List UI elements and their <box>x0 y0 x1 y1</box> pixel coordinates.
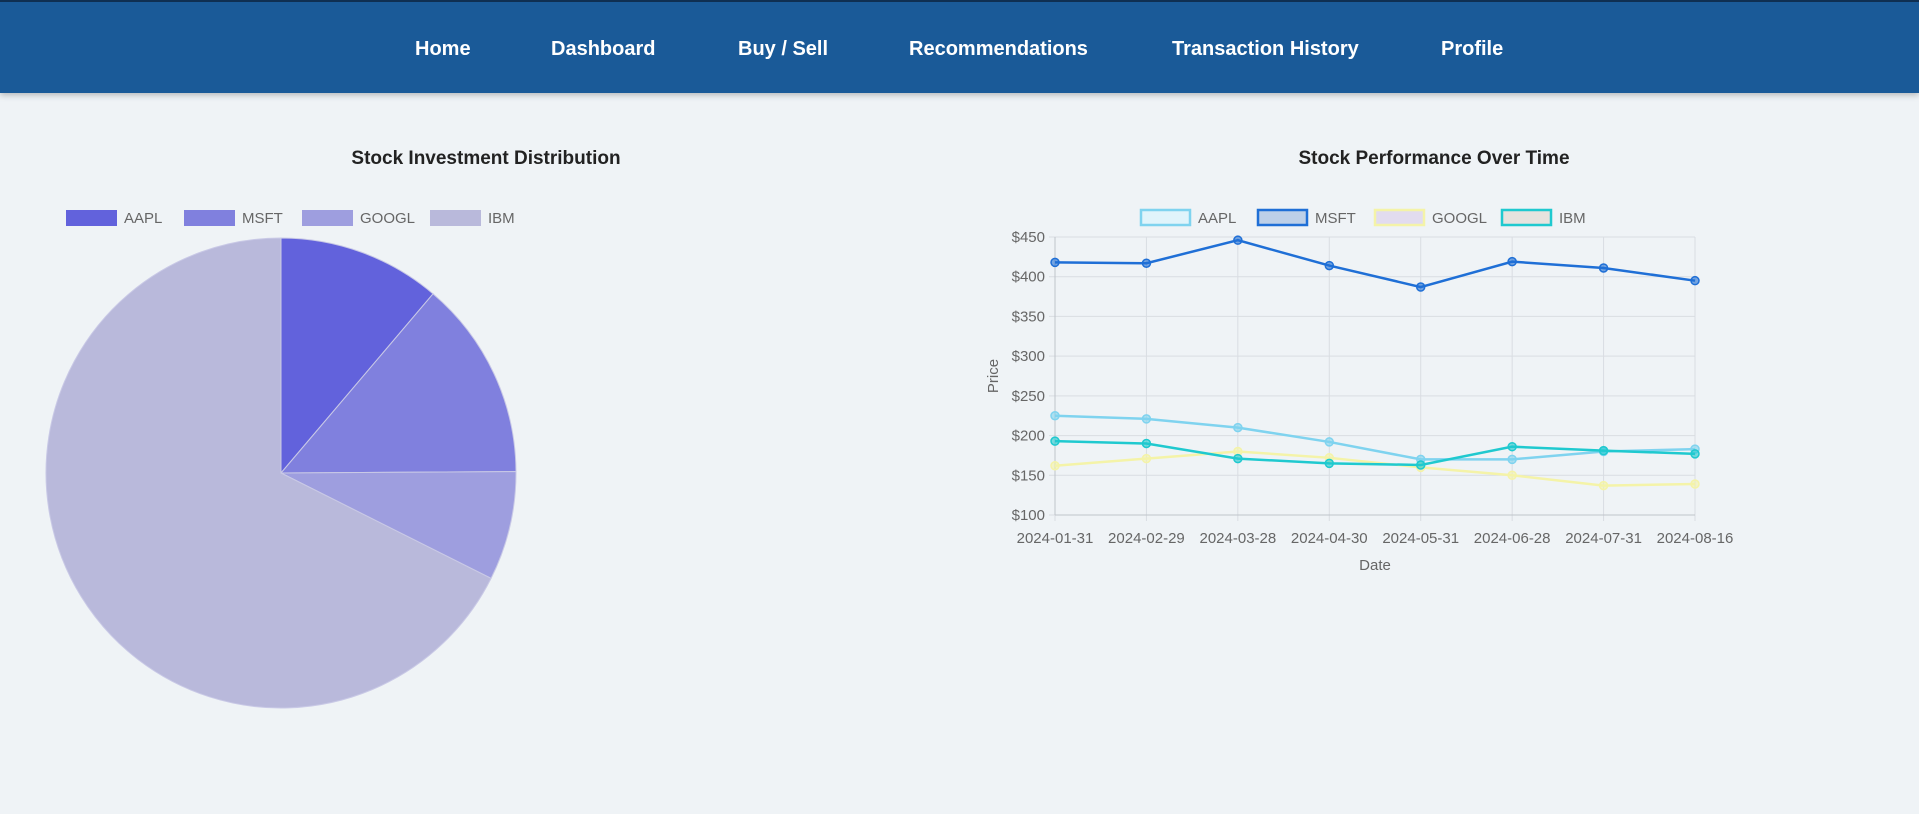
pie-legend-label: GOOGL <box>360 210 415 227</box>
pie-legend-label: IBM <box>488 210 515 227</box>
pie-legend-swatch <box>302 210 353 226</box>
line-legend-swatch <box>1500 208 1553 227</box>
line-legend-swatch <box>1139 208 1192 227</box>
pie-legend-item-aapl[interactable]: AAPL <box>66 210 162 227</box>
top-navbar: Home Dashboard Buy / Sell Recommendation… <box>0 0 1919 93</box>
data-point-aapl[interactable] <box>1507 454 1517 465</box>
x-tick-label: 2024-01-31 <box>1017 530 1094 547</box>
y-tick-label: $400 <box>1012 269 1045 286</box>
data-point-msft[interactable] <box>1324 260 1335 271</box>
line-legend-label: GOOGL <box>1432 210 1487 227</box>
data-point-msft[interactable] <box>1690 275 1700 286</box>
line-legend-item-googl[interactable]: GOOGL <box>1373 208 1487 227</box>
series-line-aapl <box>1054 414 1696 461</box>
series-line-googl <box>1054 450 1696 487</box>
line-legend-label: IBM <box>1559 210 1586 227</box>
line-chart-title: Stock Performance Over Time <box>1298 148 1570 169</box>
y-tick-label: $250 <box>1012 388 1045 405</box>
data-point-msft[interactable] <box>1415 282 1426 292</box>
pie-chart: AAPL MSFT GOOGL IBM <box>45 210 517 709</box>
data-point-googl[interactable] <box>1598 480 1609 491</box>
data-point-msft[interactable] <box>1598 263 1609 273</box>
y-tick-label: $200 <box>1012 428 1045 445</box>
y-tick-label: $450 <box>1012 229 1045 246</box>
x-tick-label: 2024-08-16 <box>1657 530 1734 547</box>
data-point-msft[interactable] <box>1233 235 1243 245</box>
line-legend-item-msft[interactable]: MSFT <box>1256 208 1356 227</box>
pie-chart-title: Stock Investment Distribution <box>351 148 621 169</box>
pie-legend-item-ibm[interactable]: IBM <box>430 210 515 227</box>
nav-recommendations-link[interactable]: Recommendations <box>909 38 1088 61</box>
pie-legend-label: MSFT <box>242 210 283 227</box>
nav-profile-link[interactable]: Profile <box>1441 38 1503 61</box>
data-point-aapl[interactable] <box>1050 410 1060 421</box>
line-chart: AAPL MSFT GOOGL IBM $100 $150 $200 $250 $300 $350… <box>985 208 1734 574</box>
x-axis-title: Date <box>1359 557 1391 574</box>
pie-legend-swatch <box>184 210 235 226</box>
data-point-ibm[interactable] <box>1050 436 1060 446</box>
data-point-ibm[interactable] <box>1415 460 1426 470</box>
line-legend-item-aapl[interactable]: AAPL <box>1139 208 1236 227</box>
line-legend-item-ibm[interactable]: IBM <box>1500 208 1586 227</box>
nav-home-link[interactable]: Home <box>415 38 471 61</box>
data-point-ibm[interactable] <box>1598 445 1609 456</box>
line-legend-swatch <box>1373 208 1426 227</box>
pie-legend-item-googl[interactable]: GOOGL <box>302 210 415 227</box>
x-tick-label: 2024-07-31 <box>1565 530 1642 547</box>
nav-dashboard-link[interactable]: Dashboard <box>551 38 655 61</box>
y-tick-label: $150 <box>1012 467 1045 484</box>
x-tick-label: 2024-02-29 <box>1108 530 1185 547</box>
x-tick-label: 2024-06-28 <box>1474 530 1551 547</box>
pie-legend-label: AAPL <box>124 210 162 227</box>
data-point-ibm[interactable] <box>1324 458 1335 469</box>
pie-legend-swatch <box>430 210 481 226</box>
nav-transaction-history-link[interactable]: Transaction History <box>1172 38 1359 61</box>
y-axis-title: Price <box>985 359 1002 393</box>
data-point-ibm[interactable] <box>1690 449 1700 459</box>
data-point-msft[interactable] <box>1507 256 1517 267</box>
line-legend-label: MSFT <box>1315 210 1356 227</box>
x-tick-label: 2024-04-30 <box>1291 530 1368 547</box>
data-point-ibm[interactable] <box>1507 441 1517 452</box>
pie-legend-item-msft[interactable]: MSFT <box>184 210 283 227</box>
line-legend-swatch <box>1256 208 1309 227</box>
data-point-googl[interactable] <box>1050 461 1060 471</box>
x-tick-label: 2024-05-31 <box>1382 530 1459 547</box>
data-point-aapl[interactable] <box>1141 414 1152 424</box>
data-point-googl[interactable] <box>1690 479 1700 489</box>
nav-buy-sell-link[interactable]: Buy / Sell <box>738 38 828 61</box>
data-point-ibm[interactable] <box>1233 453 1243 464</box>
y-tick-label: $300 <box>1012 348 1045 365</box>
data-point-msft[interactable] <box>1050 257 1060 268</box>
pie-legend-swatch <box>66 210 117 226</box>
x-tick-label: 2024-03-28 <box>1199 530 1276 547</box>
data-point-aapl[interactable] <box>1324 437 1335 447</box>
data-point-googl[interactable] <box>1141 453 1152 464</box>
data-point-aapl[interactable] <box>1233 422 1243 433</box>
data-point-googl[interactable] <box>1507 470 1517 481</box>
data-point-ibm[interactable] <box>1141 438 1152 449</box>
line-legend-label: AAPL <box>1198 210 1236 227</box>
y-tick-label: $350 <box>1012 308 1045 325</box>
data-point-msft[interactable] <box>1141 258 1152 268</box>
y-tick-label: $100 <box>1012 507 1045 524</box>
